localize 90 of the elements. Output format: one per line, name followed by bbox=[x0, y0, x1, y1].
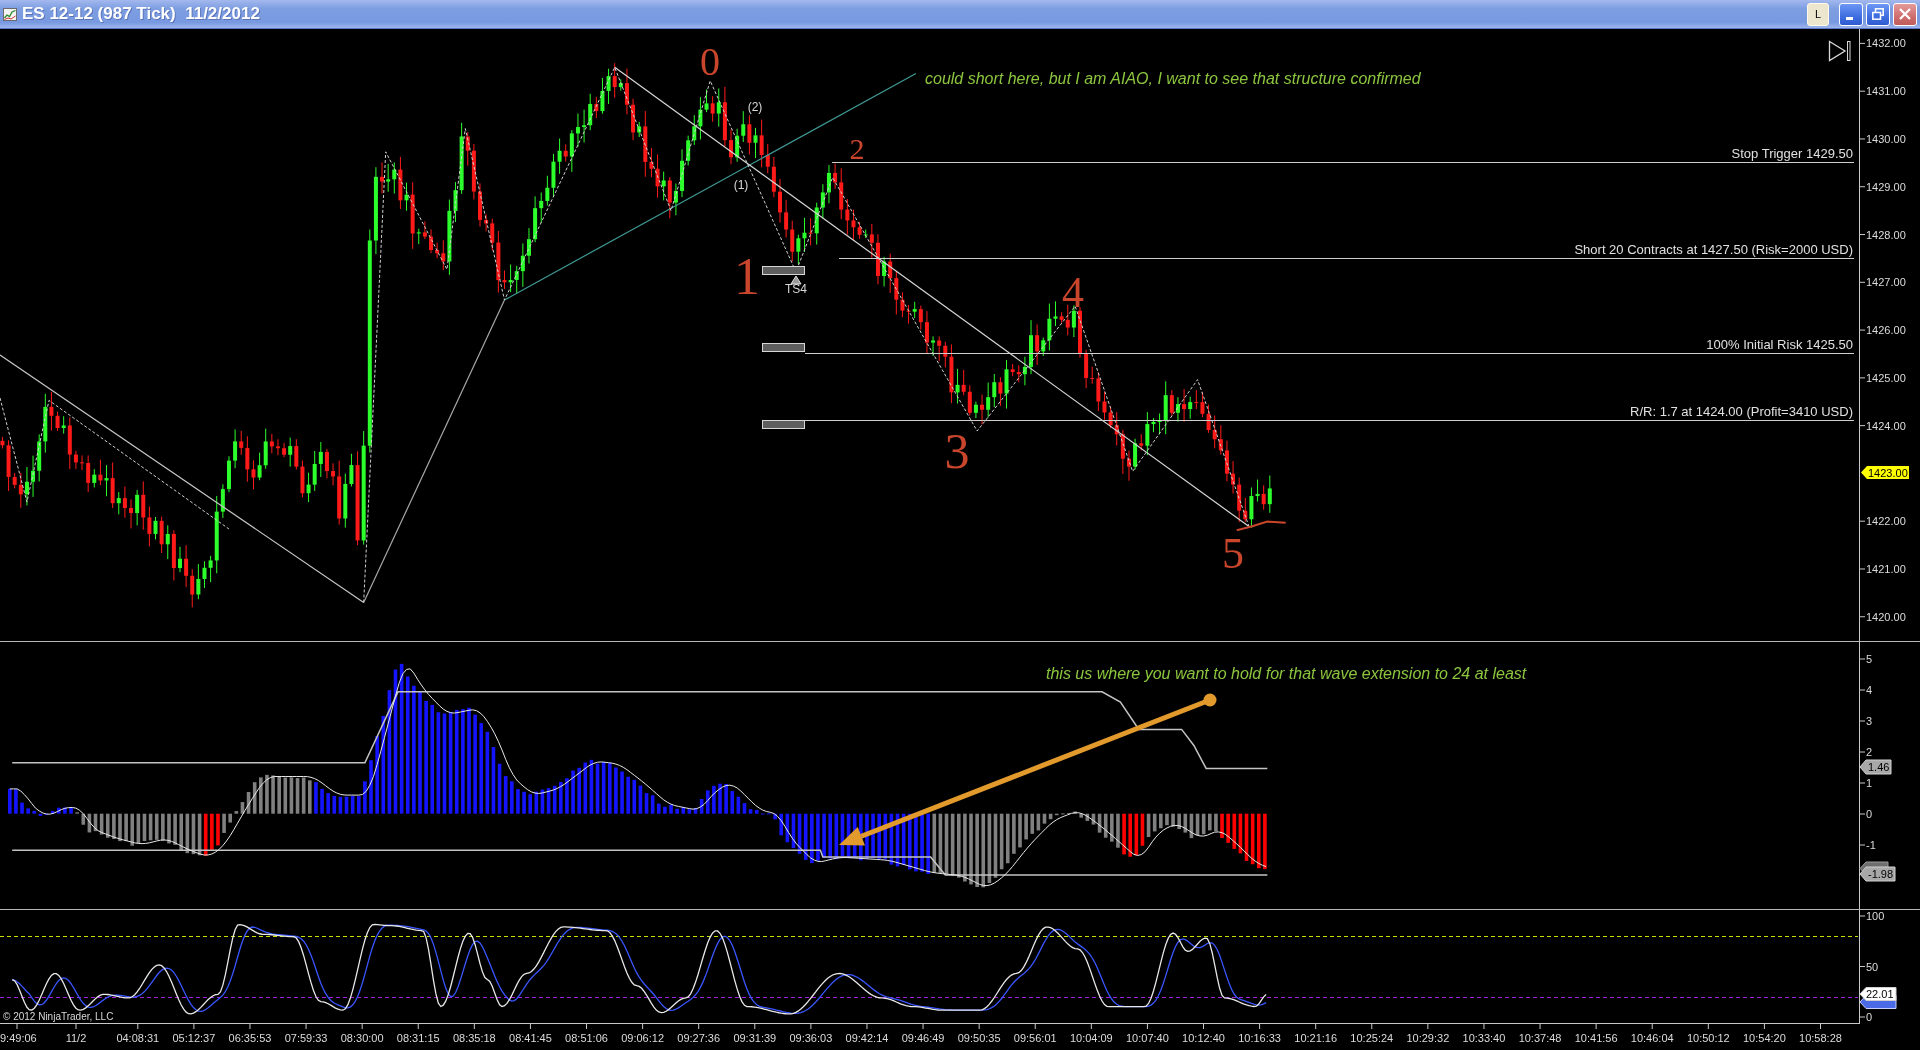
close-button[interactable] bbox=[1893, 2, 1917, 26]
time-axis-label: 09:36:03 bbox=[789, 1032, 833, 1044]
value-tag: 1.46 bbox=[1859, 759, 1892, 775]
oscillator-axis-label: 4 bbox=[1866, 684, 1873, 696]
marker-label: TS4 bbox=[785, 282, 807, 296]
time-axis-label: 09:27:36 bbox=[677, 1032, 721, 1044]
time-axis-label: 10:25:24 bbox=[1350, 1032, 1394, 1044]
time-axis-label: 10:33:40 bbox=[1462, 1032, 1506, 1044]
time-axis-label: 09:56:01 bbox=[1013, 1032, 1057, 1044]
price-axis-label: 1420.00 bbox=[1866, 610, 1906, 623]
restore-button[interactable] bbox=[1866, 2, 1890, 26]
price-level-label: Stop Trigger 1429.50 bbox=[1731, 146, 1853, 161]
skip-forward-icon bbox=[1828, 40, 1851, 62]
time-axis-label: 10:16:33 bbox=[1238, 1032, 1281, 1044]
price-axis-label: 1426.00 bbox=[1866, 324, 1906, 337]
time-axis-label: 08:35:18 bbox=[452, 1032, 496, 1044]
time-axis-label: 08:31:15 bbox=[396, 1032, 440, 1044]
time-axis-label: 10:07:40 bbox=[1126, 1032, 1169, 1044]
time-axis-label: 09:46:49 bbox=[901, 1032, 945, 1044]
time-axis-label: 10:58:28 bbox=[1799, 1032, 1842, 1044]
time-axis-label: 10:41:56 bbox=[1574, 1032, 1618, 1044]
price-axis-label: 1430.00 bbox=[1866, 132, 1906, 145]
time-axis-label: 04:08:31 bbox=[116, 1032, 160, 1044]
wave-label: 1 bbox=[734, 247, 760, 305]
triangle-marker-icon bbox=[790, 275, 802, 285]
swing-label: (1) bbox=[733, 178, 749, 192]
stochastic-axis-label: 0 bbox=[1866, 1011, 1873, 1023]
price-level-label: R/R: 1.7 at 1424.00 (Profit=3410 USD) bbox=[1630, 404, 1853, 419]
wave-label: 3 bbox=[944, 423, 970, 479]
wave-label: 0 bbox=[700, 38, 720, 84]
time-axis-label: 08:51:06 bbox=[565, 1032, 608, 1044]
value-tag: -1.98 bbox=[1859, 866, 1896, 882]
copyright-text: © 2012 NinjaTrader, LLC bbox=[3, 1011, 114, 1022]
last-price-tag: 1423.00 bbox=[1861, 466, 1909, 480]
time-axis-label: 06:35:53 bbox=[228, 1032, 272, 1044]
swing-label: (2) bbox=[747, 100, 763, 114]
oscillator-axis-label: 0 bbox=[1866, 808, 1873, 820]
price-axis-label: 1428.00 bbox=[1866, 228, 1906, 241]
time-axis-label: 9:49:06 bbox=[0, 1032, 37, 1044]
oscillator-axis-label: -1 bbox=[1866, 839, 1876, 851]
stochastic-axis-label: 100 bbox=[1866, 910, 1885, 922]
order-marker bbox=[762, 420, 805, 429]
time-axis-label: 10:50:12 bbox=[1686, 1032, 1730, 1044]
order-marker bbox=[762, 343, 805, 352]
time-axis-label: 08:41:45 bbox=[509, 1032, 552, 1044]
window-title: ES 12-12 (987 Tick) 11/2/2012 bbox=[22, 4, 260, 24]
time-axis-label: 10:21:16 bbox=[1294, 1032, 1338, 1044]
time-axis-label: 10:29:32 bbox=[1406, 1032, 1450, 1044]
annotation-text: could short here, but I am AIAO, I want to see that structure confirmed bbox=[925, 70, 1421, 87]
price-axis-label: 1421.00 bbox=[1866, 563, 1906, 575]
time-axis-label: 10:46:04 bbox=[1630, 1032, 1674, 1044]
oscillator-axis-label: 1 bbox=[1866, 777, 1873, 789]
time-axis-label: 10:12:40 bbox=[1182, 1032, 1225, 1044]
price-axis-label: 1431.00 bbox=[1866, 85, 1906, 98]
stochastic-axis-label: 50 bbox=[1866, 960, 1879, 973]
oscillator-axis-label: 5 bbox=[1866, 653, 1873, 665]
minimize-icon bbox=[1845, 17, 1853, 20]
toolbar-button[interactable]: L bbox=[1807, 2, 1829, 26]
annotation-stroke bbox=[1235, 520, 1287, 532]
order-marker bbox=[762, 266, 805, 275]
price-axis-label: 1424.00 bbox=[1866, 419, 1906, 432]
wave-label: 5 bbox=[1222, 528, 1244, 578]
price-axis-label: 1422.00 bbox=[1866, 515, 1906, 528]
price-axis-label: 1429.00 bbox=[1866, 180, 1906, 193]
time-axis-label: 10:54:20 bbox=[1743, 1032, 1786, 1044]
time-axis-label: 09:50:35 bbox=[957, 1032, 1001, 1044]
time-axis-label: 09:31:39 bbox=[733, 1032, 777, 1044]
restore-icon bbox=[1872, 8, 1884, 20]
wave-label: 2 bbox=[849, 131, 865, 165]
close-icon bbox=[1899, 8, 1911, 20]
minimize-button[interactable] bbox=[1839, 2, 1863, 26]
time-axis-label: 07:59:33 bbox=[284, 1032, 328, 1044]
time-axis-label: 09:06:12 bbox=[621, 1032, 664, 1044]
price-level-label: 100% Initial Risk 1425.50 bbox=[1706, 337, 1853, 352]
oscillator-axis-label: 3 bbox=[1866, 715, 1873, 727]
price-axis-label: 1432.00 bbox=[1866, 37, 1906, 50]
wave-label: 4 bbox=[1062, 267, 1084, 317]
annotation-text: this us where you want to hold for that wave extension to 24 at least bbox=[1046, 665, 1527, 682]
time-axis-label: 11/2 bbox=[65, 1032, 87, 1044]
chart-icon bbox=[3, 7, 17, 21]
time-axis-label: 10:04:09 bbox=[1069, 1032, 1113, 1044]
oscillator-axis-label: 2 bbox=[1866, 746, 1873, 758]
value-tag: 22.01 bbox=[1859, 987, 1897, 1001]
time-axis-label: 08:30:00 bbox=[340, 1032, 384, 1044]
time-axis-label: 10:37:48 bbox=[1518, 1032, 1562, 1044]
time-axis-label: 05:12:37 bbox=[172, 1032, 216, 1044]
price-axis-label: 1427.00 bbox=[1866, 276, 1906, 289]
price-level-label: Short 20 Contracts at 1427.50 (Risk=2000 USD) bbox=[1574, 242, 1853, 257]
time-axis-label: 09:42:14 bbox=[845, 1032, 889, 1044]
price-axis-label: 1425.00 bbox=[1866, 371, 1906, 384]
